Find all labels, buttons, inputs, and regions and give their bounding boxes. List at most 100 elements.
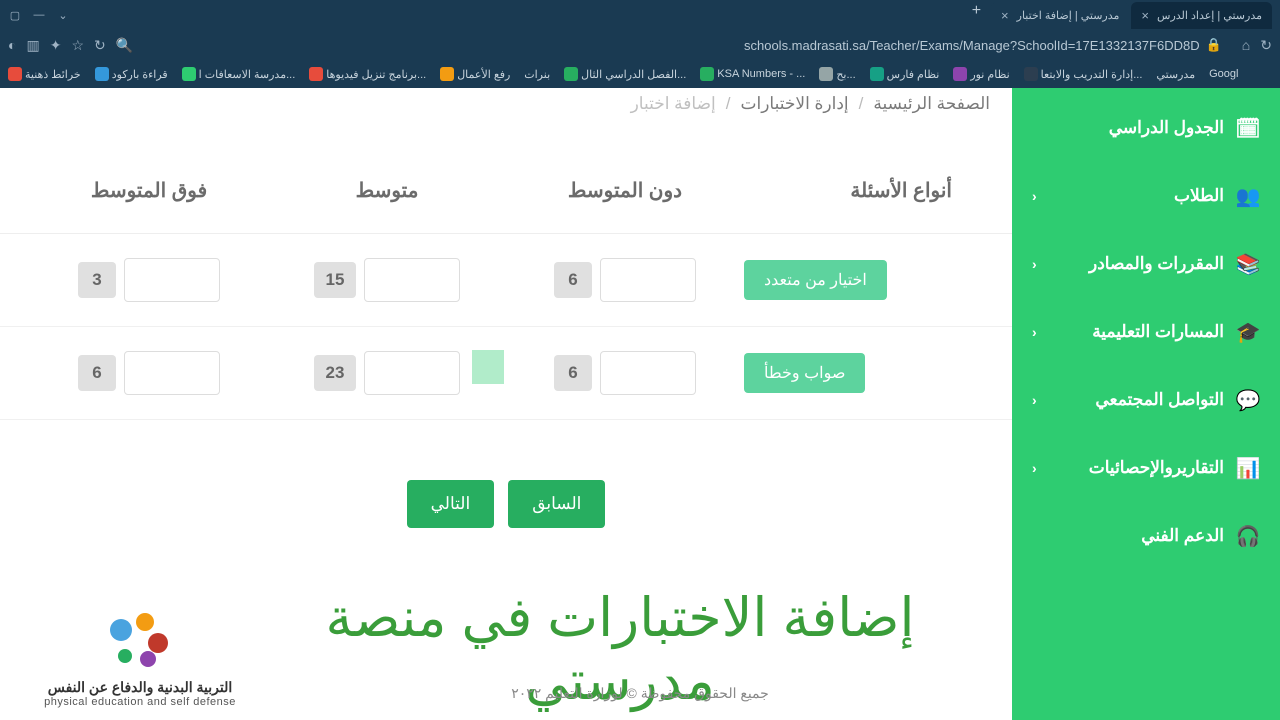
bookmark-item[interactable]: الفصل الدراسي الثال...	[564, 67, 686, 81]
cursor-highlight	[472, 350, 504, 384]
chat-icon: 💬	[1236, 388, 1260, 412]
col-below: دون المتوسط	[506, 178, 744, 203]
sidebar-item-label: الدعم الفني	[1141, 526, 1224, 546]
sidebar-item-students[interactable]: 👥 الطلاب ‹	[1012, 162, 1280, 230]
home-icon[interactable]: ⌂	[1242, 37, 1250, 54]
tab-title: مدرستي | إضافة اختبار	[1017, 9, 1120, 22]
chevron-left-icon: ‹	[1032, 188, 1037, 204]
calendar-icon: 🗓	[1236, 116, 1260, 140]
col-above: فوق المتوسط	[30, 178, 268, 203]
bookmark-item[interactable]: إدارة التدريب والابتعا...	[1024, 67, 1143, 81]
bookmark-item[interactable]: نظام نور	[953, 67, 1009, 81]
col-avg: متوسط	[268, 178, 506, 203]
browser-tab[interactable]: × مدرستي | إعداد الدرس	[1131, 2, 1272, 29]
chevron-left-icon: ‹	[1032, 324, 1037, 340]
table-row: اختيار من متعدد 6 15 3	[0, 234, 1012, 327]
logo-swirl-icon	[100, 613, 180, 673]
breadcrumb-home[interactable]: الصفحة الرئيسية	[873, 94, 990, 114]
sidebar-toggle-icon[interactable]: ▥	[26, 37, 39, 54]
logo-text-ar: التربية البدنية والدفاع عن النفس	[20, 679, 260, 696]
sidebar-item-schedule[interactable]: 🗓 الجدول الدراسي	[1012, 94, 1280, 162]
address-bar[interactable]: schools.madrasati.sa/Teacher/Exams/Manag…	[744, 37, 1222, 53]
books-icon: 📚	[1236, 252, 1260, 276]
bookmark-item[interactable]: نظام فارس	[870, 67, 940, 81]
sidebar-item-support[interactable]: 🎧 الدعم الفني	[1012, 502, 1280, 570]
sidebar-item-label: الجدول الدراسي	[1109, 118, 1224, 138]
support-icon: 🎧	[1236, 524, 1260, 548]
bookmark-item[interactable]: خرائط ذهنية	[8, 67, 81, 81]
sidebar: 🗓 الجدول الدراسي 👥 الطلاب ‹ 📚المقررات والم…	[1012, 88, 1280, 720]
avg-count: 15	[314, 262, 357, 298]
below-input[interactable]	[600, 351, 696, 395]
window-minimize-icon[interactable]: —	[32, 8, 46, 22]
question-type-tf[interactable]: صواب وخطأ	[744, 353, 865, 393]
favorite-icon[interactable]: ☆	[71, 37, 84, 54]
tab-bar: ▢ — ⌄ + × مدرستي | إضافة اختبار × مدرستي…	[0, 0, 1280, 30]
table-header: أنواع الأسئلة دون المتوسط متوسط فوق المت…	[0, 128, 1012, 234]
avg-input[interactable]	[364, 258, 460, 302]
bookmark-item[interactable]: رفع الأعمال	[440, 67, 510, 81]
bookmark-item[interactable]: قراءة باركود	[95, 67, 168, 81]
sidebar-item-courses[interactable]: 📚المقررات والمصادر ‹	[1012, 230, 1280, 298]
col-types: أنواع الأسئلة	[744, 178, 982, 203]
wizard-nav: السابق التالي	[0, 440, 1012, 548]
channel-logo: التربية البدنية والدفاع عن النفس physica…	[20, 613, 260, 708]
extensions-icon[interactable]: ✦	[50, 37, 62, 54]
url-text: schools.madrasati.sa/Teacher/Exams/Manag…	[744, 38, 1200, 53]
stats-icon: 📊	[1236, 456, 1260, 480]
sidebar-item-reports[interactable]: 📊التقاريروالإحصائيات ‹	[1012, 434, 1280, 502]
avg-count: 23	[314, 355, 357, 391]
sidebar-item-label: التواصل المجتمعي	[1095, 390, 1224, 410]
above-count: 3	[78, 262, 116, 298]
refresh-icon[interactable]: ↻	[1260, 37, 1272, 54]
window-restore-icon[interactable]: ▢	[8, 8, 22, 22]
bookmark-item[interactable]: برنامج تنزيل فيديوها...	[309, 67, 426, 81]
chevron-left-icon: ‹	[1032, 392, 1037, 408]
copyright-text: جميع الحقوق محفوظة © لوزارة التعليم ٢٠٢٢	[511, 685, 769, 702]
breadcrumb-sep: /	[726, 94, 731, 114]
below-count: 6	[554, 262, 592, 298]
close-icon[interactable]: ×	[1141, 8, 1149, 23]
sidebar-item-label: المسارات التعليمية	[1092, 322, 1224, 342]
above-count: 6	[78, 355, 116, 391]
new-tab-button[interactable]: +	[964, 2, 989, 29]
sidebar-item-paths[interactable]: 🎓 المسارات التعليمية ‹	[1012, 298, 1280, 366]
search-icon[interactable]: 🔍	[116, 37, 133, 54]
avg-input[interactable]	[364, 351, 460, 395]
logo-text-en: physical education and self defense	[20, 696, 260, 708]
window-dropdown-icon[interactable]: ⌄	[56, 8, 70, 22]
lock-icon: 🔒	[1206, 37, 1222, 53]
prev-button[interactable]: السابق	[508, 480, 605, 528]
sidebar-item-label: الطلاب	[1174, 186, 1224, 206]
question-type-mcq[interactable]: اختيار من متعدد	[744, 260, 887, 300]
below-count: 6	[554, 355, 592, 391]
bookmark-item[interactable]: بنرات	[524, 68, 550, 81]
breadcrumb-sep: /	[859, 94, 864, 114]
bookmark-item[interactable]: Googl	[1209, 68, 1238, 80]
bookmark-item[interactable]: مدرستي	[1156, 68, 1195, 81]
browser-tab-active[interactable]: × مدرستي | إضافة اختبار	[991, 2, 1129, 29]
bookmark-bar: خرائط ذهنية قراءة باركود مدرسة الاسعافات…	[0, 60, 1280, 88]
next-button[interactable]: التالي	[407, 480, 495, 528]
browser-chrome: ▢ — ⌄ + × مدرستي | إضافة اختبار × مدرستي…	[0, 0, 1280, 88]
breadcrumb-current: إضافة اختبار	[631, 94, 716, 114]
chevron-left-icon: ‹	[1032, 256, 1037, 272]
share-icon[interactable]: ↻	[94, 37, 106, 54]
url-bar: ◐ ▥ ✦ ☆ ↻ 🔍 schools.madrasati.sa/Teacher…	[0, 30, 1280, 60]
bookmark-item[interactable]: KSA Numbers - ...	[700, 67, 805, 81]
profile-icon[interactable]: ◐	[8, 37, 16, 53]
bookmark-item[interactable]: مدرسة الاسعافات ا...	[182, 67, 296, 81]
tab-title: مدرستي | إعداد الدرس	[1157, 9, 1262, 22]
breadcrumb: الصفحة الرئيسية / إدارة الاختبارات / إضا…	[0, 88, 1012, 128]
above-input[interactable]	[124, 351, 220, 395]
table-row: صواب وخطأ 6 23 6	[0, 327, 1012, 420]
sidebar-item-label: التقاريروالإحصائيات	[1089, 458, 1224, 478]
path-icon: 🎓	[1236, 320, 1260, 344]
close-icon[interactable]: ×	[1001, 8, 1009, 23]
bookmark-item[interactable]: بح...	[819, 67, 855, 81]
below-input[interactable]	[600, 258, 696, 302]
breadcrumb-manage[interactable]: إدارة الاختبارات	[740, 94, 848, 114]
above-input[interactable]	[124, 258, 220, 302]
sidebar-item-community[interactable]: 💬 التواصل المجتمعي ‹	[1012, 366, 1280, 434]
students-icon: 👥	[1236, 184, 1260, 208]
